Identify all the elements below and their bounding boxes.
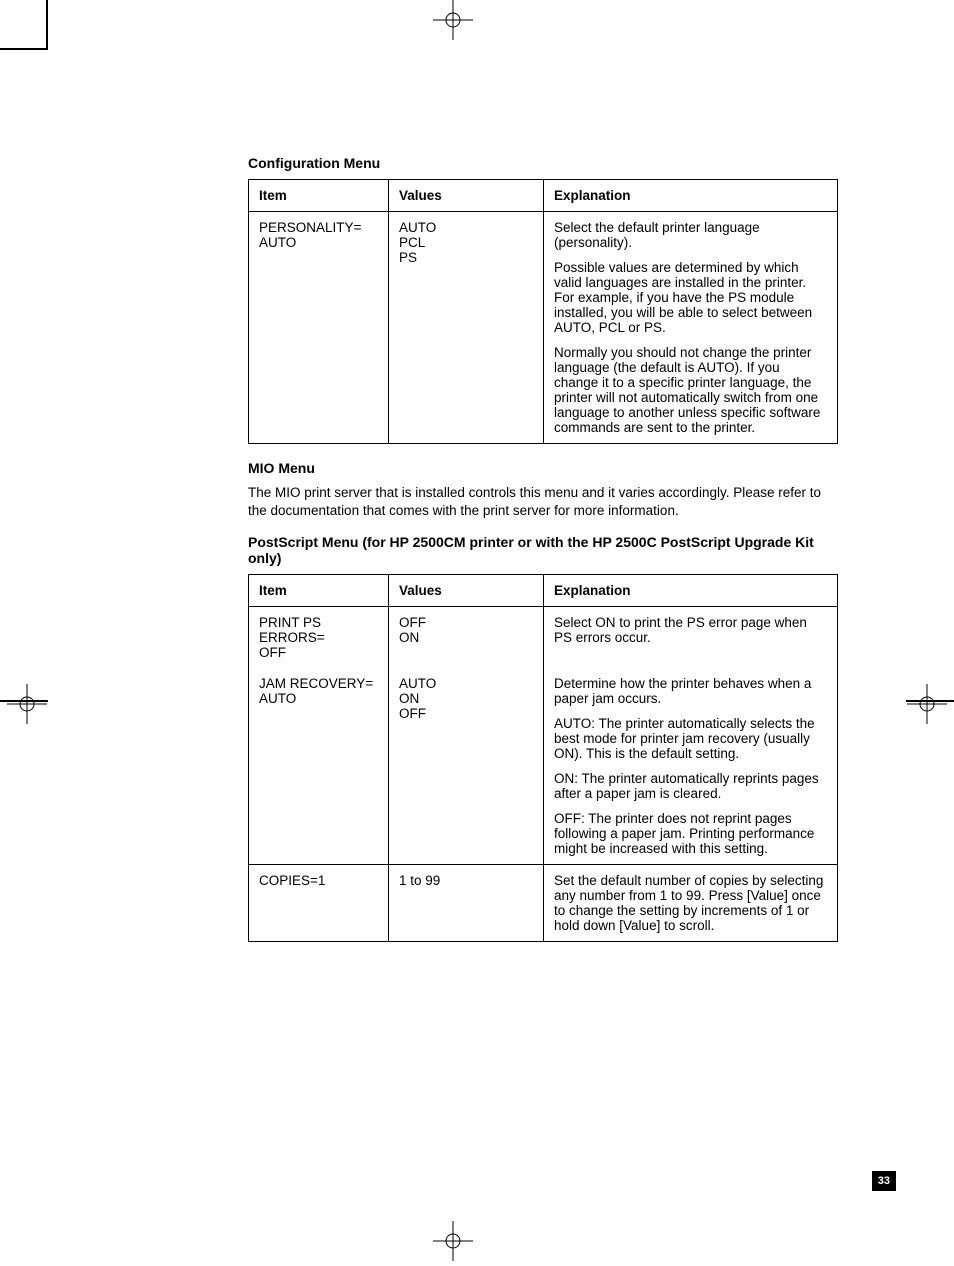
cell-item: COPIES=1	[249, 865, 389, 942]
table-header-row: Item Values Explanation	[249, 575, 838, 607]
page-content: Configuration Menu Item Values Explanati…	[248, 155, 838, 958]
config-menu-table: Item Values Explanation PERSONALITY= AUT…	[248, 179, 838, 444]
mio-menu-text: The MIO print server that is installed c…	[248, 484, 838, 520]
section-title-postscript: PostScript Menu (for HP 2500CM printer o…	[248, 534, 838, 566]
table-row: COPIES=1 1 to 99 Set the default number …	[249, 865, 838, 942]
registration-mark-icon	[433, 1221, 473, 1261]
cell-values: AUTO ON OFF	[389, 668, 544, 865]
col-header-item: Item	[249, 575, 389, 607]
cell-item: PERSONALITY= AUTO	[249, 212, 389, 444]
cell-item: PRINT PS ERRORS= OFF	[249, 607, 389, 669]
cell-explanation: Select the default printer language (per…	[544, 212, 838, 444]
col-header-values: Values	[389, 180, 544, 212]
registration-mark-icon	[433, 0, 473, 40]
page-number: 33	[872, 1171, 896, 1191]
registration-mark-icon	[7, 684, 47, 724]
col-header-explanation: Explanation	[544, 575, 838, 607]
section-title-config: Configuration Menu	[248, 155, 838, 171]
cell-explanation: Determine how the printer behaves when a…	[544, 668, 838, 865]
postscript-menu-table: Item Values Explanation PRINT PS ERRORS=…	[248, 574, 838, 942]
cell-explanation: Select ON to print the PS error page whe…	[544, 607, 838, 669]
cell-explanation: Set the default number of copies by sele…	[544, 865, 838, 942]
section-title-mio: MIO Menu	[248, 460, 838, 476]
col-header-explanation: Explanation	[544, 180, 838, 212]
cell-item: JAM RECOVERY= AUTO	[249, 668, 389, 865]
table-row: PERSONALITY= AUTO AUTO PCL PS Select the…	[249, 212, 838, 444]
table-row: JAM RECOVERY= AUTO AUTO ON OFF Determine…	[249, 668, 838, 865]
col-header-values: Values	[389, 575, 544, 607]
col-header-item: Item	[249, 180, 389, 212]
cell-values: 1 to 99	[389, 865, 544, 942]
table-row: PRINT PS ERRORS= OFF OFF ON Select ON to…	[249, 607, 838, 669]
cell-values: OFF ON	[389, 607, 544, 669]
table-header-row: Item Values Explanation	[249, 180, 838, 212]
registration-mark-icon	[907, 684, 947, 724]
cell-values: AUTO PCL PS	[389, 212, 544, 444]
